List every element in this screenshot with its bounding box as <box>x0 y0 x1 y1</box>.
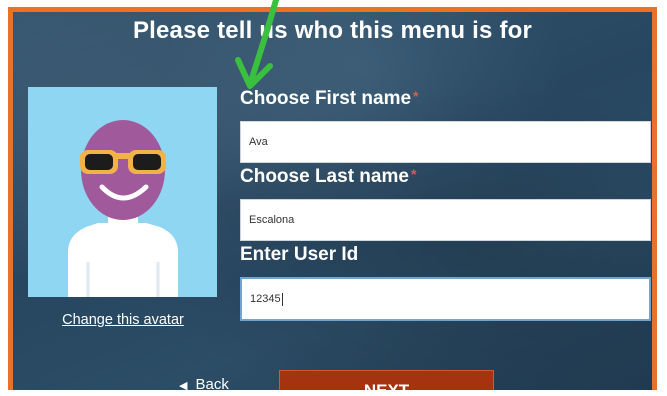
user-id-input[interactable]: 12345 <box>240 277 651 321</box>
back-label: Back <box>195 376 229 390</box>
text-cursor <box>281 292 283 306</box>
user-id-label: Enter User Id <box>240 244 359 265</box>
last-name-value: Escalona <box>249 214 295 226</box>
green-arrow-icon <box>235 0 279 89</box>
first-name-value: Ava <box>249 136 268 148</box>
required-marker: * <box>413 88 419 104</box>
first-name-input[interactable]: Ava <box>240 121 651 163</box>
user-id-value: 12345 <box>250 293 281 305</box>
menu-setup-panel: Please tell us who this menu is for Chan… <box>8 7 657 390</box>
last-name-label-text: Choose Last name <box>240 166 409 187</box>
back-button[interactable]: ◀ Back <box>179 376 229 390</box>
avatar-character-icon <box>68 120 178 297</box>
last-name-input[interactable]: Escalona <box>240 199 651 241</box>
avatar[interactable] <box>28 87 217 297</box>
change-avatar-link[interactable]: Change this avatar <box>48 312 198 328</box>
next-button[interactable]: NEXT <box>279 370 494 390</box>
last-name-label: Choose Last name * <box>240 166 416 188</box>
triangle-left-icon: ◀ <box>179 380 188 390</box>
page-title: Please tell us who this menu is for <box>132 17 533 44</box>
required-marker: * <box>410 166 417 182</box>
